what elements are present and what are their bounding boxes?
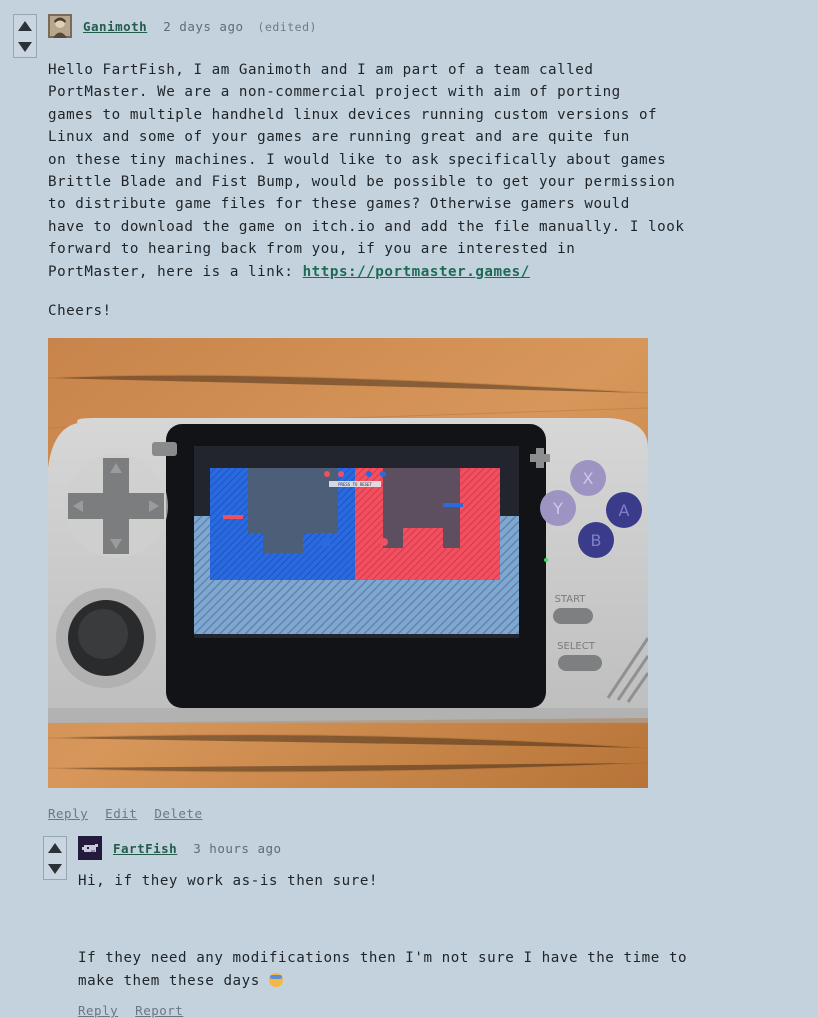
- comment-line: PortMaster. We are a non-commercial proj…: [48, 84, 621, 101]
- comment-line: games to multiple handheld linux devices…: [48, 106, 658, 123]
- hud-text: PRESS TO RESET: [338, 482, 372, 487]
- downvote-icon[interactable]: [48, 863, 62, 874]
- comment-body: Hi, if they work as-is then sure! If the…: [78, 870, 687, 992]
- vote-box: [43, 836, 67, 880]
- comment-line: make them these days: [78, 970, 687, 992]
- attached-photo[interactable]: PRESS TO RESET X Y A B START SELECT: [48, 338, 648, 788]
- comment-line: If they need any modifications then I'm …: [78, 950, 688, 967]
- comment-line-text: make them these days: [78, 972, 260, 989]
- comment-line: have to download the game on itch.io and…: [48, 218, 685, 235]
- upvote-icon[interactable]: [48, 842, 62, 853]
- comment-body: Hello FartFish, I am Ganimoth and I am p…: [48, 59, 684, 322]
- upvote-icon[interactable]: [18, 20, 32, 31]
- link-prefix: PortMaster, here is a link:: [48, 263, 303, 280]
- comment-line: Hello FartFish, I am Ganimoth and I am p…: [48, 62, 594, 78]
- comment-line: Hi, if they work as-is then sure!: [78, 873, 379, 889]
- edited-label: (edited): [257, 20, 317, 34]
- closing-line: Cheers!: [48, 303, 112, 320]
- author-link[interactable]: Ganimoth: [83, 19, 147, 34]
- sweat-emoji-icon: [268, 972, 283, 987]
- comment-meta: Ganimoth 2 days ago (edited): [83, 19, 317, 34]
- downvote-icon[interactable]: [18, 41, 32, 52]
- avatar[interactable]: [48, 14, 72, 38]
- x-button-label: X: [583, 469, 594, 488]
- start-label: START: [555, 594, 587, 605]
- comment-actions: Reply Report: [78, 1003, 192, 1018]
- comment-line: to distribute game files for these games…: [48, 196, 630, 213]
- edit-link[interactable]: Edit: [105, 806, 137, 821]
- author-link[interactable]: FartFish: [113, 841, 177, 856]
- portmaster-link[interactable]: https://portmaster.games/: [303, 264, 530, 280]
- reply-link[interactable]: Reply: [78, 1003, 118, 1018]
- delete-link[interactable]: Delete: [154, 806, 202, 821]
- reply-link[interactable]: Reply: [48, 806, 88, 821]
- vote-box: [13, 14, 37, 58]
- y-button-label: Y: [552, 499, 563, 518]
- comment-actions: Reply Edit Delete: [48, 806, 211, 821]
- comment-line: Brittle Blade and Fist Bump, would be po…: [48, 174, 676, 191]
- report-link[interactable]: Report: [135, 1003, 183, 1018]
- timestamp: 2 days ago: [163, 19, 244, 34]
- avatar[interactable]: [78, 836, 102, 860]
- comment-meta: FartFish 3 hours ago: [113, 841, 288, 856]
- comment-line: Linux and some of your games are running…: [48, 129, 630, 146]
- timestamp: 3 hours ago: [193, 841, 282, 856]
- b-button-label: B: [591, 531, 602, 550]
- comment-line: on these tiny machines. I would like to …: [48, 151, 667, 168]
- comment-line: PortMaster, here is a link: https://port…: [48, 261, 684, 283]
- comment-line: forward to hearing back from you, if you…: [48, 241, 576, 258]
- a-button-label: A: [619, 501, 630, 520]
- select-label: SELECT: [557, 641, 596, 652]
